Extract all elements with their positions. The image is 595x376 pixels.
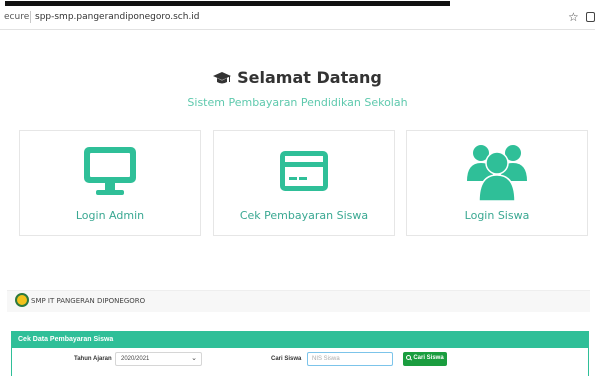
school-logo bbox=[15, 293, 29, 307]
url-text[interactable]: spp-smp.pangerandiponegoro.sch.id bbox=[35, 12, 200, 22]
users-icon bbox=[407, 141, 587, 202]
bookmark-star-icon[interactable]: ☆ bbox=[568, 10, 579, 24]
cek-data-panel: Cek Data Pembayaran Siswa Tahun Ajaran 2… bbox=[11, 331, 589, 376]
welcome-title-text: Selamat Datang bbox=[237, 68, 382, 87]
panel-title: Cek Data Pembayaran Siswa bbox=[18, 336, 114, 343]
login-admin-label[interactable]: Login Admin bbox=[20, 209, 200, 222]
panel-header: Cek Data Pembayaran Siswa bbox=[12, 332, 588, 348]
welcome-subtitle: Sistem Pembayaran Pendidikan Sekolah bbox=[187, 96, 408, 109]
tahun-ajaran-select[interactable]: 2020/2021 ⌄ bbox=[115, 352, 202, 366]
login-admin-card[interactable]: Login Admin bbox=[19, 130, 201, 236]
tab-strip bbox=[5, 1, 450, 6]
cari-siswa-label: Cari Siswa bbox=[271, 356, 302, 362]
search-icon bbox=[406, 355, 412, 360]
tahun-ajaran-label: Tahun Ajaran bbox=[74, 356, 112, 362]
tahun-ajaran-value: 2020/2021 bbox=[121, 356, 150, 362]
extension-icon[interactable] bbox=[586, 12, 595, 22]
cek-pembayaran-label[interactable]: Cek Pembayaran Siswa bbox=[214, 209, 394, 222]
login-siswa-card[interactable]: Login Siswa bbox=[406, 130, 588, 236]
cari-siswa-button-label: Cari Siswa bbox=[413, 355, 444, 361]
nis-search-input[interactable]: NIS Siswa bbox=[307, 352, 393, 366]
cari-siswa-button[interactable]: Cari Siswa bbox=[403, 352, 447, 366]
graduation-cap-icon bbox=[213, 70, 232, 89]
credit-card-icon bbox=[214, 141, 394, 201]
browser-topbar bbox=[0, 0, 595, 7]
login-siswa-label[interactable]: Login Siswa bbox=[407, 209, 587, 222]
cari-siswa-button-content: Cari Siswa bbox=[403, 355, 447, 361]
chevron-down-icon: ⌄ bbox=[191, 355, 197, 362]
address-bar[interactable]: ecure spp-smp.pangerandiponegoro.sch.id … bbox=[0, 7, 595, 30]
cek-pembayaran-card[interactable]: Cek Pembayaran Siswa bbox=[213, 130, 395, 236]
school-header: SMP IT PANGERAN DIPONEGORO bbox=[7, 290, 590, 312]
page: ecure spp-smp.pangerandiponegoro.sch.id … bbox=[0, 0, 595, 376]
monitor-icon bbox=[20, 141, 200, 201]
nis-placeholder: NIS Siswa bbox=[312, 356, 340, 362]
welcome-title: Selamat Datang bbox=[0, 68, 595, 89]
school-name[interactable]: SMP IT PANGERAN DIPONEGORO bbox=[31, 297, 145, 305]
address-separator bbox=[30, 11, 31, 23]
security-label: ecure bbox=[4, 12, 30, 22]
